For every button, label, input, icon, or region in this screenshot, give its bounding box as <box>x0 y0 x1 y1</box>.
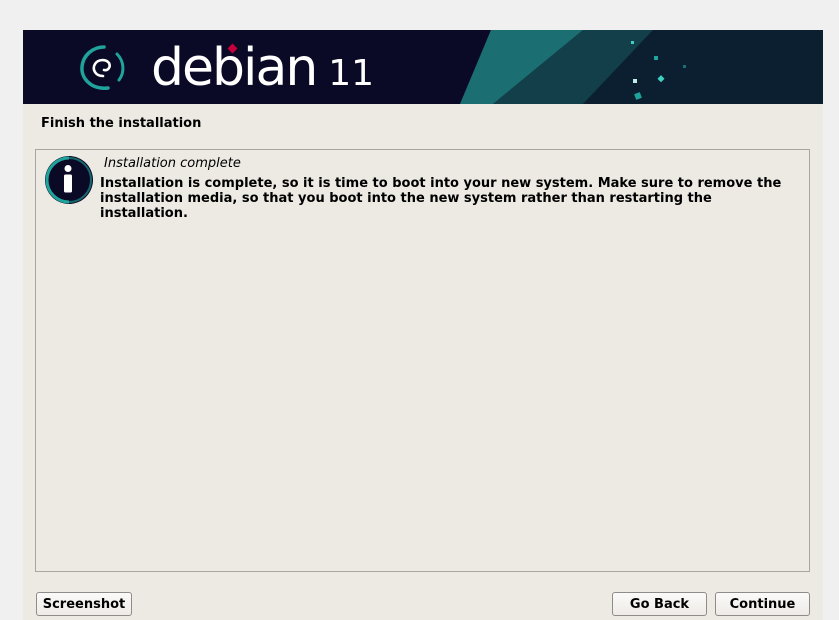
debian-banner: debian 11 <box>23 30 823 104</box>
info-icon <box>45 156 93 204</box>
screenshot-button[interactable]: Screenshot <box>36 592 132 616</box>
go-back-button[interactable]: Go Back <box>612 592 707 616</box>
message-panel: Installation complete Installation is co… <box>35 149 810 572</box>
debian-version: 11 <box>328 53 375 94</box>
installer-window: debian 11 Finish the installation Instal… <box>23 30 823 620</box>
message-body: Installation is complete, so it is time … <box>100 176 782 221</box>
debian-wordmark: debian <box>151 38 318 98</box>
page-title: Finish the installation <box>41 116 202 131</box>
message-title: Installation complete <box>104 156 241 171</box>
debian-brand: debian 11 <box>151 38 374 98</box>
banner-decoration <box>460 30 823 104</box>
continue-button[interactable]: Continue <box>715 592 810 616</box>
debian-swirl-icon <box>80 45 125 90</box>
